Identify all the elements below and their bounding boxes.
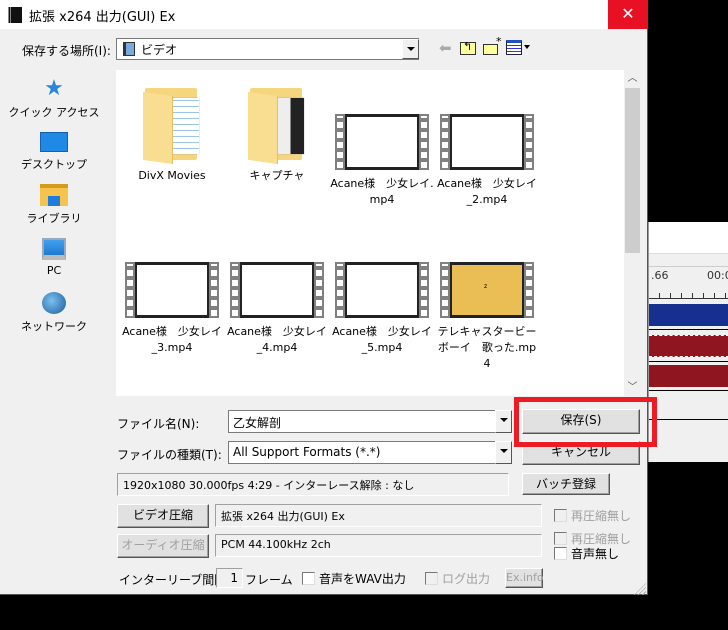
wav-output-checkbox[interactable] <box>302 572 315 585</box>
audio-codec-display: PCM 44.100kHz 2ch <box>215 534 542 557</box>
save-dialog: 拡張 x264 出力(GUI) Ex ✕ 保存する場所(I): ビデオ ⬅ ★ … <box>0 0 648 595</box>
video-codec-display: 拡張 x264 出力(GUI) Ex <box>215 504 542 527</box>
video-file-icon <box>335 114 429 170</box>
video-no-recompress-label: 再圧縮無し <box>571 509 632 523</box>
place-quick-access[interactable]: ★ クイック アクセス <box>8 78 100 120</box>
ruler-label: 00:0 <box>707 269 728 282</box>
filename-label: ファイル名(N): <box>117 417 200 431</box>
place-library[interactable]: ライブラリ <box>8 184 100 226</box>
place-desktop[interactable]: デスクトップ <box>8 132 100 172</box>
up-folder-icon[interactable] <box>460 40 476 55</box>
filetype-select[interactable]: All Support Formats (*.*) <box>228 441 495 464</box>
star-icon: ★ <box>44 76 64 101</box>
track-divider <box>649 419 728 420</box>
track-divider <box>649 390 728 391</box>
timeline-track-audio-1 <box>649 335 728 357</box>
window-title: 拡張 x264 出力(GUI) Ex <box>29 10 176 25</box>
place-label: クイック アクセス <box>8 106 100 119</box>
file-name: Acane様 少女レイ_2.mp4 <box>437 177 537 206</box>
file-item[interactable]: Acane様 少女レイ_5.mp4 <box>330 262 434 356</box>
video-compress-button[interactable]: ビデオ圧縮 <box>117 504 209 528</box>
interleave-unit: フレーム <box>245 573 293 587</box>
video-folder-icon <box>123 42 135 56</box>
location-combo[interactable]: ビデオ <box>116 38 419 60</box>
file-item[interactable]: Acane様 少女レイ_4.mp4 <box>225 262 329 356</box>
timeline-track-audio-2 <box>649 365 728 387</box>
interleave-input[interactable]: 1 <box>216 568 243 588</box>
video-file-icon <box>125 262 219 318</box>
log-output-checkbox[interactable] <box>425 572 438 585</box>
wav-output-label: 音声をWAV出力 <box>319 572 406 586</box>
filetype-label: ファイルの種類(T): <box>117 448 222 462</box>
video-file-icon <box>230 262 324 318</box>
scroll-up-icon[interactable]: ︿ <box>624 70 641 87</box>
location-value: ビデオ <box>141 43 178 57</box>
timeline-header <box>649 222 728 254</box>
video-file-icon <box>440 262 534 318</box>
folder-icon <box>143 84 201 165</box>
video-file-icon <box>440 114 534 170</box>
background-timeline-app: .66 00:0 <box>648 222 728 462</box>
back-arrow-icon[interactable]: ⬅ <box>439 40 455 56</box>
no-audio-label: 音声無し <box>571 547 620 561</box>
save-button-highlight <box>514 397 657 447</box>
file-name: テレキャスタービーボーイ 歌った.mp4 <box>437 325 537 370</box>
file-name: Acane様 少女レイ_3.mp4 <box>122 325 222 354</box>
track-divider <box>649 361 728 362</box>
audio-no-recompress-checkbox[interactable] <box>554 532 567 545</box>
title-bar: 拡張 x264 出力(GUI) Ex ✕ <box>0 0 648 29</box>
filetype-dropdown-button[interactable] <box>495 441 512 464</box>
resize-grip-icon[interactable] <box>634 583 646 595</box>
video-file-icon <box>335 262 429 318</box>
file-name: Acane様 少女レイ.mp4 <box>330 177 434 206</box>
file-name: Acane様 少女レイ_4.mp4 <box>227 325 327 354</box>
place-label: ライブラリ <box>26 212 82 225</box>
place-network[interactable]: ネットワーク <box>8 292 100 334</box>
log-output-label: ログ出力 <box>442 572 491 586</box>
location-dropdown-button[interactable] <box>402 39 419 59</box>
filename-dropdown-button[interactable] <box>495 410 512 433</box>
place-pc[interactable]: PC <box>8 238 100 277</box>
exinfo-button[interactable]: Ex.info <box>505 568 544 588</box>
place-label: PC <box>46 264 62 277</box>
new-folder-icon[interactable] <box>483 35 502 55</box>
view-menu-icon[interactable] <box>506 40 522 55</box>
file-item[interactable]: テレキャスタービーボーイ 歌った.mp4 <box>435 262 539 372</box>
file-item[interactable]: キャプチャ <box>225 84 329 184</box>
batch-register-button[interactable]: バッチ登録 <box>522 473 610 495</box>
file-item[interactable]: Acane様 少女レイ_2.mp4 <box>435 114 539 208</box>
pc-icon <box>42 238 66 260</box>
timeline-track-video <box>649 304 728 326</box>
film-app-icon <box>8 7 22 23</box>
filename-input[interactable]: 乙女解剖 <box>228 410 495 433</box>
no-audio-checkbox[interactable] <box>554 547 567 560</box>
scroll-down-icon[interactable]: ﹀ <box>624 379 641 396</box>
library-icon <box>40 184 68 206</box>
file-name: Acane様 少女レイ_5.mp4 <box>332 325 432 354</box>
track-divider <box>649 329 728 330</box>
file-list[interactable]: DivX Movies キャプチャ Acane様 少女レイ.mp4 Acane様… <box>116 70 624 396</box>
ruler-ticks <box>649 287 728 299</box>
file-item[interactable]: Acane様 少女レイ_3.mp4 <box>120 262 224 356</box>
desktop-icon <box>40 132 68 152</box>
file-name: DivX Movies <box>138 169 206 182</box>
file-name: キャプチャ <box>249 169 305 182</box>
audio-compress-button[interactable]: オーディオ圧縮 <box>117 534 209 558</box>
close-button[interactable]: ✕ <box>608 0 648 29</box>
ruler-label: .66 <box>651 269 669 282</box>
view-menu-chevron-icon[interactable] <box>524 45 530 49</box>
scroll-thumb[interactable] <box>625 88 640 253</box>
file-item[interactable]: Acane様 少女レイ.mp4 <box>330 114 434 208</box>
video-no-recompress-checkbox[interactable] <box>554 509 567 522</box>
place-label: デスクトップ <box>21 158 87 171</box>
place-label: ネットワーク <box>21 320 87 333</box>
folder-icon <box>248 84 306 165</box>
video-info-text: 1920x1080 30.000fps 4:29 - インターレース解除 : な… <box>117 473 509 496</box>
network-icon <box>42 292 66 314</box>
location-label: 保存する場所(I): <box>22 44 111 58</box>
file-item[interactable]: DivX Movies <box>120 84 224 184</box>
file-list-scrollbar[interactable]: ︿ ﹀ <box>624 70 641 396</box>
